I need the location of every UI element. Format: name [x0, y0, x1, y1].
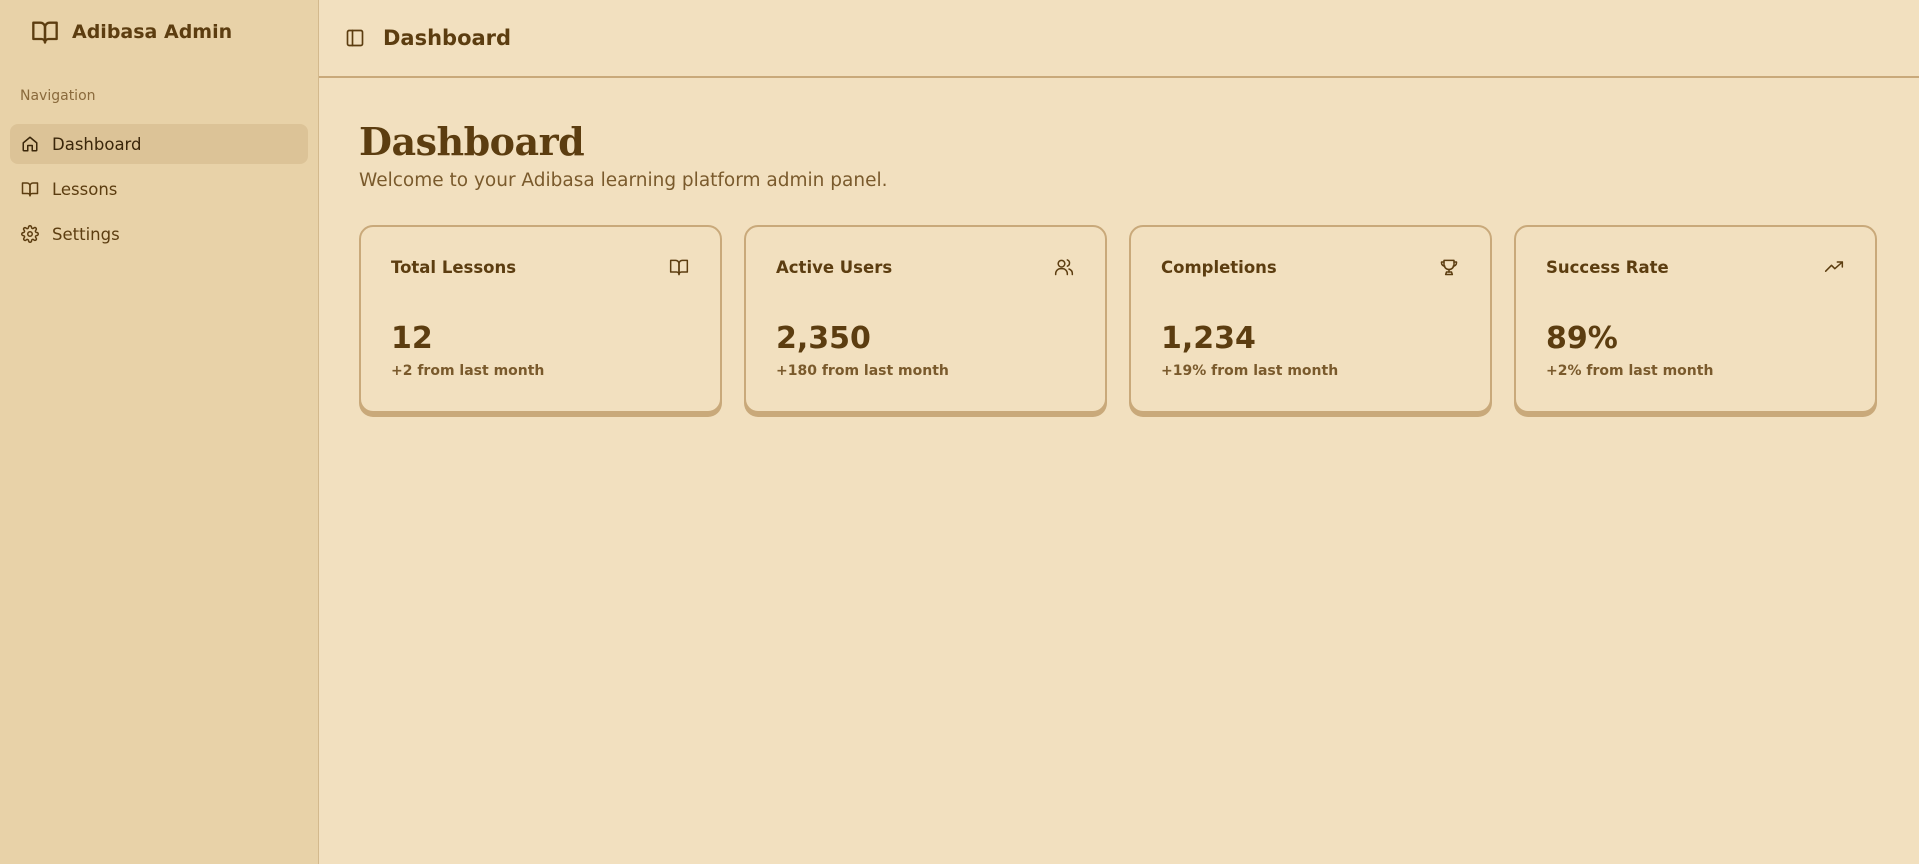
nav-group-label: Navigation	[20, 88, 96, 104]
trophy-icon	[1438, 256, 1460, 278]
page-title: Dashboard	[359, 119, 585, 164]
stat-card-completions: Completions 1,234 +19% from last month	[1129, 225, 1492, 413]
sidebar: Adibasa Admin Navigation Dashboard Lesso…	[0, 0, 319, 864]
stat-card-title: Success Rate	[1546, 257, 1669, 277]
stat-card-title: Active Users	[776, 257, 893, 277]
stat-card-value: 1,234	[1161, 321, 1256, 356]
home-icon	[20, 134, 40, 154]
book-open-icon	[30, 17, 60, 47]
stat-card-success-rate: Success Rate 89% +2% from last month	[1514, 225, 1877, 413]
nav-list: Dashboard Lessons Settings	[0, 116, 318, 259]
sidebar-item-dashboard[interactable]: Dashboard	[10, 124, 308, 164]
book-open-icon	[668, 256, 690, 278]
stat-card-change: +19% from last month	[1161, 363, 1339, 379]
stat-card-change: +180 from last month	[776, 363, 949, 379]
users-icon	[1053, 256, 1075, 278]
gear-icon	[20, 224, 40, 244]
stat-card-total-lessons: Total Lessons 12 +2 from last month	[359, 225, 722, 413]
sidebar-item-lessons[interactable]: Lessons	[10, 169, 308, 209]
sidebar-toggle-icon[interactable]	[343, 26, 367, 50]
stat-card-active-users: Active Users 2,350 +180 from last month	[744, 225, 1107, 413]
content: Dashboard Welcome to your Adibasa learni…	[319, 78, 1919, 413]
topbar: Dashboard	[319, 0, 1919, 78]
stat-card-title: Completions	[1161, 257, 1277, 277]
stat-card-change: +2 from last month	[391, 363, 545, 379]
stat-card-value: 89%	[1546, 321, 1618, 356]
page-subtitle: Welcome to your Adibasa learning platfor…	[359, 170, 888, 191]
trending-up-icon	[1823, 256, 1845, 278]
stat-card-value: 2,350	[776, 321, 871, 356]
sidebar-item-settings[interactable]: Settings	[10, 214, 308, 254]
book-open-icon	[20, 179, 40, 199]
stat-card-value: 12	[391, 321, 433, 356]
sidebar-item-label: Dashboard	[52, 134, 142, 154]
main: Dashboard Dashboard Welcome to your Adib…	[319, 0, 1919, 864]
brand[interactable]: Adibasa Admin	[0, 0, 318, 64]
sidebar-item-label: Settings	[52, 224, 120, 244]
stat-card-change: +2% from last month	[1546, 363, 1714, 379]
stats-cards: Total Lessons 12 +2 from last month Acti…	[359, 225, 1879, 413]
brand-title: Adibasa Admin	[72, 21, 233, 43]
app-root: Adibasa Admin Navigation Dashboard Lesso…	[0, 0, 1919, 864]
sidebar-item-label: Lessons	[52, 179, 118, 199]
topbar-title: Dashboard	[383, 26, 512, 50]
stat-card-title: Total Lessons	[391, 257, 517, 277]
